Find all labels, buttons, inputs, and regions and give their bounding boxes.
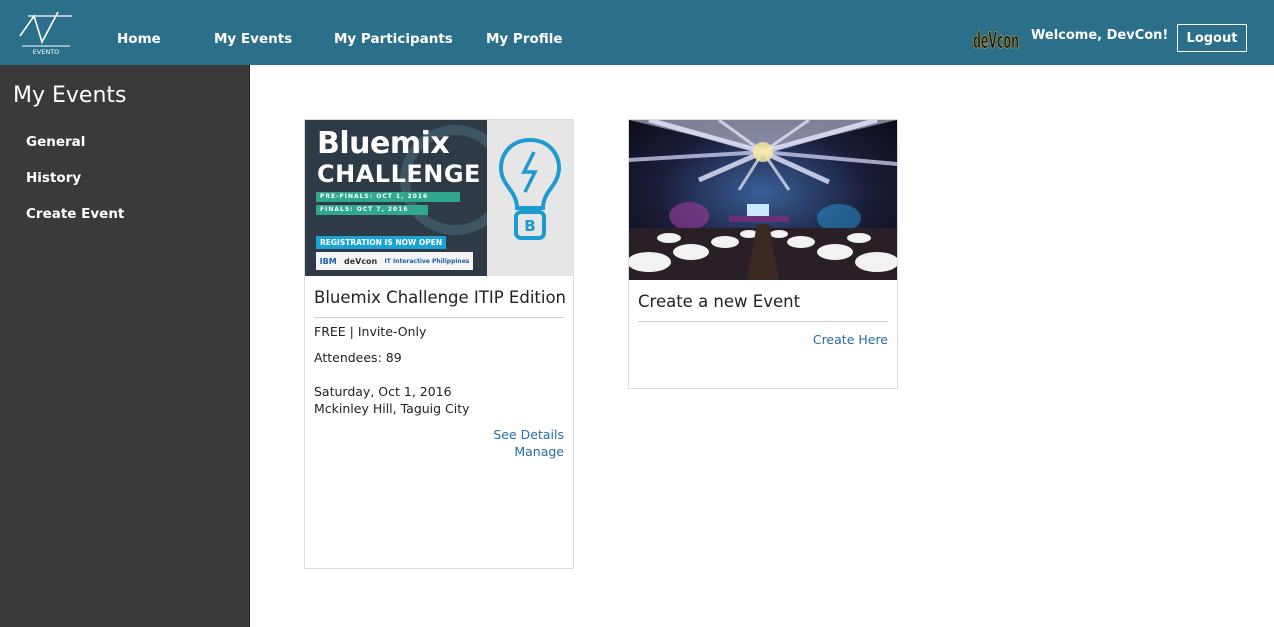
create-event-title[interactable]: Create a new Event xyxy=(638,292,800,311)
banquet-hall-photo xyxy=(629,120,897,280)
event-card: Bluemix CHALLENGE PRE-FINALS: OCT 1, 201… xyxy=(304,119,574,569)
event-attendees: Attendees: 89 xyxy=(314,350,402,365)
event-date: Saturday, Oct 1, 2016 xyxy=(314,384,452,399)
sponsor-devcon: deVcon xyxy=(343,256,378,266)
banner-finals: FINALS: OCT 7, 2016 xyxy=(316,205,428,215)
sidebar-item-history[interactable]: History xyxy=(26,170,81,186)
sidebar-item-general[interactable]: General xyxy=(26,134,85,150)
sidebar-item-create-event[interactable]: Create Event xyxy=(26,206,124,222)
sidebar: My Events General History Create Event xyxy=(0,65,250,627)
event-banner-image[interactable]: Bluemix CHALLENGE PRE-FINALS: OCT 1, 201… xyxy=(305,120,573,276)
manage-link[interactable]: Manage xyxy=(514,444,564,459)
banner-prefinals: PRE-FINALS: OCT 1, 2016 xyxy=(316,192,460,202)
lightbulb-icon: B xyxy=(498,137,562,240)
event-location: Mckinley Hill, Taguig City xyxy=(314,401,470,416)
banner-sponsors: IBM deVcon IT Interactive Philippines xyxy=(316,252,473,270)
banner-right-panel: B xyxy=(487,120,573,276)
venue-image[interactable] xyxy=(629,120,897,280)
devcon-avatar-logo: deVcon xyxy=(973,29,1020,55)
banner-title-line1: Bluemix xyxy=(317,126,450,161)
sponsor-ibm: IBM xyxy=(319,256,337,266)
divider xyxy=(638,321,888,322)
logout-button[interactable]: Logout xyxy=(1177,24,1247,52)
banner-title-line2: CHALLENGE xyxy=(317,160,481,188)
logo-text: EVENTO xyxy=(33,48,60,56)
event-price-type: FREE | Invite-Only xyxy=(314,324,427,339)
devcon-logo-text: deVcon xyxy=(973,29,1019,54)
event-title[interactable]: Bluemix Challenge ITIP Edition xyxy=(314,288,566,307)
nav-my-participants[interactable]: My Participants xyxy=(334,31,453,47)
sidebar-title: My Events xyxy=(13,83,127,108)
sponsor-itip: IT Interactive Philippines xyxy=(384,257,470,265)
see-details-link[interactable]: See Details xyxy=(493,427,564,442)
divider xyxy=(314,317,564,318)
svg-text:B: B xyxy=(524,217,535,235)
evento-logo[interactable]: EVENTO xyxy=(18,8,74,56)
top-navbar: EVENTO Home My Events My Participants My… xyxy=(0,0,1274,65)
create-here-link[interactable]: Create Here xyxy=(813,332,888,347)
nav-my-profile[interactable]: My Profile xyxy=(486,31,563,47)
create-event-card: Create a new Event Create Here xyxy=(628,119,898,389)
nav-my-events[interactable]: My Events xyxy=(214,31,292,47)
welcome-text: Welcome, DevCon! xyxy=(1031,28,1169,43)
banner-registration: REGISTRATION IS NOW OPEN xyxy=(316,236,447,249)
nav-home[interactable]: Home xyxy=(117,31,161,47)
banner-left-panel: Bluemix CHALLENGE PRE-FINALS: OCT 1, 201… xyxy=(305,120,487,276)
